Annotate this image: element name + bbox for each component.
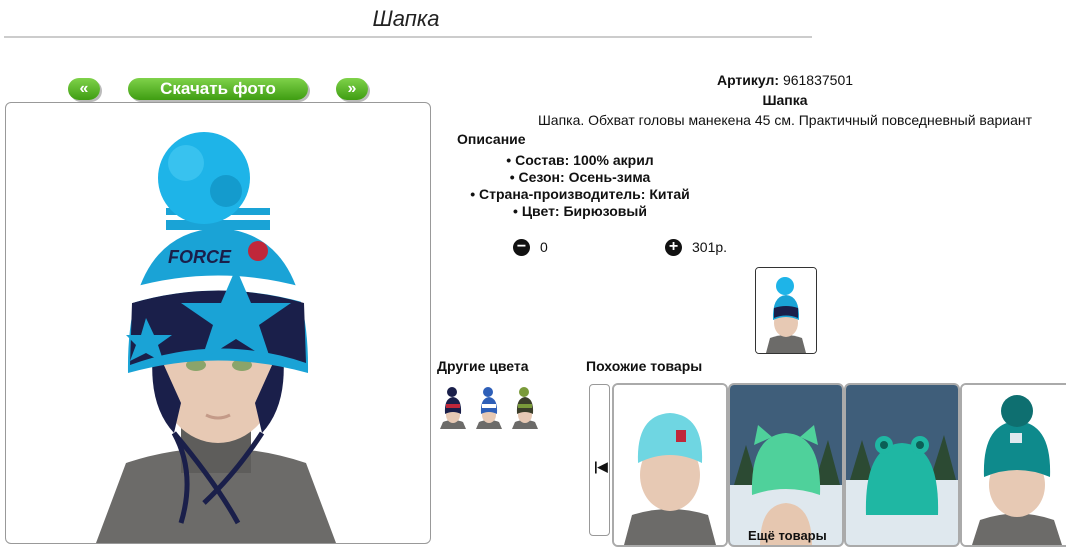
color-swatch[interactable] bbox=[474, 386, 504, 429]
spec-item: Цвет: Бирюзовый bbox=[370, 203, 790, 219]
color-swatch[interactable] bbox=[438, 386, 468, 429]
product-photo: FORCE bbox=[5, 102, 431, 544]
hat-logo-text: FORCE bbox=[168, 247, 232, 267]
price: 301р. bbox=[692, 239, 728, 255]
hat-green-icon bbox=[510, 386, 540, 429]
hat-mint-cat-ears-icon bbox=[730, 385, 842, 545]
similar-product-card[interactable] bbox=[844, 383, 960, 547]
similar-products-heading: Похожие товары bbox=[586, 358, 703, 374]
more-products-link[interactable]: Ещё товары bbox=[748, 528, 827, 543]
color-swatch[interactable] bbox=[510, 386, 540, 429]
spec-item: Состав: 100% акрил bbox=[370, 152, 790, 168]
prev-photo-button[interactable]: « bbox=[68, 78, 100, 100]
increase-quantity-button[interactable]: + bbox=[665, 239, 682, 256]
sku-line: Артикул: 961837501 bbox=[560, 72, 1010, 88]
spec-item: Сезон: Осень-зима bbox=[370, 169, 790, 185]
product-photo-image: FORCE bbox=[96, 132, 336, 543]
quantity-value: 0 bbox=[540, 239, 548, 255]
minus-icon: − bbox=[516, 238, 527, 255]
chevron-left-bar-icon: |◀ bbox=[594, 459, 608, 474]
hat-teal-frog-icon bbox=[846, 385, 958, 545]
hat-red-navy-icon bbox=[438, 386, 468, 429]
download-photo-button[interactable]: Скачать фото bbox=[128, 78, 308, 100]
page-title: Шапка bbox=[372, 6, 440, 31]
carousel-prev-button[interactable]: |◀ bbox=[589, 384, 610, 536]
product-name: Шапка bbox=[762, 92, 808, 108]
similar-product-card[interactable] bbox=[728, 383, 844, 547]
similar-product-card[interactable] bbox=[960, 383, 1066, 547]
next-photo-button[interactable]: » bbox=[336, 78, 368, 100]
description-heading: Описание bbox=[457, 131, 526, 147]
hat-light-blue-icon bbox=[614, 385, 726, 545]
title-divider bbox=[4, 36, 812, 38]
sku-value: 961837501 bbox=[782, 72, 854, 88]
hat-blue-icon bbox=[474, 386, 504, 429]
decrease-quantity-button[interactable]: − bbox=[513, 239, 530, 256]
plus-icon: + bbox=[668, 238, 679, 255]
product-thumbnail[interactable] bbox=[755, 267, 817, 354]
hat-teal-pompom-icon bbox=[962, 385, 1066, 545]
product-description: Шапка. Обхват головы манекена 45 см. Пра… bbox=[537, 112, 1033, 128]
spec-item: Страна-производитель: Китай bbox=[370, 186, 790, 202]
other-colors-heading: Другие цвета bbox=[437, 358, 529, 374]
similar-product-card[interactable] bbox=[612, 383, 728, 547]
hat-thumbnail-icon bbox=[756, 268, 816, 353]
sku-label: Артикул: bbox=[716, 72, 780, 88]
